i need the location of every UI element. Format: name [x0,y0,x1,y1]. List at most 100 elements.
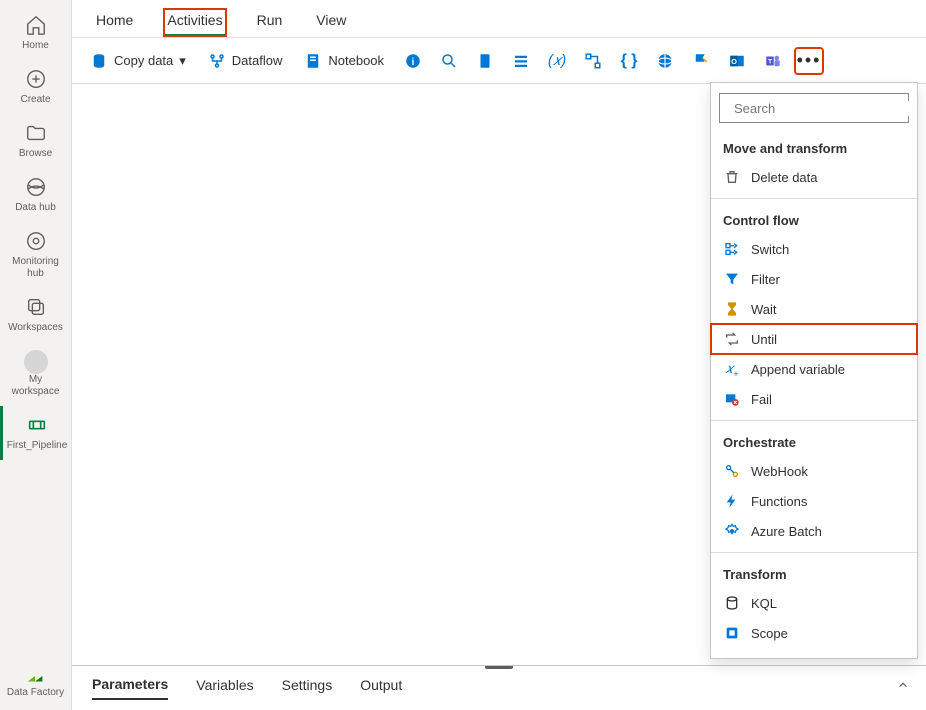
svg-text:O: O [731,57,737,66]
kql-icon [723,594,741,612]
bracket-icon: { } [621,52,638,70]
chevron-up-icon [896,678,910,692]
panel-tab-output[interactable]: Output [360,677,402,699]
sidebar-item-label: Browse [19,148,52,160]
dropdown-search-input[interactable] [734,101,910,116]
sidebar-item-monitoring[interactable]: Monitoring hub [0,222,71,288]
chevron-down-icon: ▾ [179,53,186,69]
dataflow-button[interactable]: Dataflow [200,48,291,74]
gear-icon [723,522,741,540]
variable-icon: (𝑥) [548,52,566,69]
dropdown-item-webhook[interactable]: WebHook [711,456,917,486]
panel-tab-settings[interactable]: Settings [282,677,333,699]
panel-expand-button[interactable] [896,678,910,695]
sidebar-item-datahub[interactable]: Data hub [0,168,71,222]
dropdown-item-label: Delete data [751,170,818,185]
dropdown-item-append-variable[interactable]: 𝑥+ Append variable [711,354,917,384]
more-button[interactable]: ••• [794,47,824,75]
sidebar-item-pipeline[interactable]: First_Pipeline [0,406,71,460]
copy-data-button[interactable]: Copy data ▾ [82,48,194,74]
fail-icon [723,390,741,408]
web-button[interactable] [650,47,680,75]
teams-button[interactable]: T [758,47,788,75]
variable-button[interactable]: (𝑥) [542,47,572,75]
avatar-icon [24,350,48,374]
info-icon: i [404,52,422,70]
dropdown-item-filter[interactable]: Filter [711,264,917,294]
sidebar-item-create[interactable]: Create [0,60,71,114]
dropdown-search[interactable] [719,93,909,123]
monitoring-icon [25,230,47,252]
datahub-icon [25,176,47,198]
tab-run[interactable]: Run [253,8,287,37]
flow-button[interactable] [578,47,608,75]
tab-home[interactable]: Home [92,8,137,37]
outlook-icon: O [728,52,746,70]
sidebar-item-label: My workspace [4,374,67,398]
flag-icon [692,52,710,70]
notebook-icon [304,52,322,70]
sidebar-item-browse[interactable]: Browse [0,114,71,168]
list-button[interactable] [506,47,536,75]
toolbar: Copy data ▾ Dataflow Notebook i (𝑥) { } … [72,38,926,84]
main: Home Activities Run View Copy data ▾ Dat… [72,0,926,710]
sidebar-item-label: Home [22,40,49,52]
sidebar-item-label: Monitoring hub [4,256,67,280]
teams-icon: T [764,52,782,70]
tab-activities[interactable]: Activities [163,8,226,37]
script-button[interactable] [470,47,500,75]
search-button[interactable] [434,47,464,75]
info-button[interactable]: i [398,47,428,75]
globe-icon [656,52,674,70]
dropdown-item-switch[interactable]: Switch [711,234,917,264]
dropdown-item-scope[interactable]: Scope [711,618,917,648]
dropdown-item-until[interactable]: Until [711,324,917,354]
webhook-icon [723,462,741,480]
top-tabs: Home Activities Run View [72,0,926,38]
dropdown-item-label: WebHook [751,464,808,479]
sidebar-item-workspaces[interactable]: Workspaces [0,288,71,342]
dropdown-item-azure-batch[interactable]: Azure Batch [711,516,917,546]
divider [711,552,917,553]
sidebar: Home Create Browse Data hub Monitoring h… [0,0,72,710]
dropdown-item-fail[interactable]: Fail [711,384,917,414]
dropdown-item-kql[interactable]: KQL [711,588,917,618]
dataflow-label: Dataflow [232,53,283,68]
divider [711,420,917,421]
folder-icon [25,122,47,144]
svg-text:i: i [412,56,415,67]
database-icon [90,52,108,70]
loop-icon [723,330,741,348]
dropdown-item-label: KQL [751,596,777,611]
sidebar-item-label: Workspaces [8,322,63,334]
outlook-button[interactable]: O [722,47,752,75]
flow-icon [584,52,602,70]
copy-data-label: Copy data [114,53,173,68]
sidebar-item-home[interactable]: Home [0,6,71,60]
dropdown-item-label: Append variable [751,362,845,377]
panel-tab-parameters[interactable]: Parameters [92,676,168,700]
dropdown-item-wait[interactable]: Wait [711,294,917,324]
lightning-icon [723,492,741,510]
divider [711,198,917,199]
dropdown-item-label: Fail [751,392,772,407]
trash-icon [723,168,741,186]
plus-circle-icon [25,68,47,90]
notebook-button[interactable]: Notebook [296,48,392,74]
dropdown-item-functions[interactable]: Functions [711,486,917,516]
workspaces-icon [25,296,47,318]
sidebar-product[interactable]: Data Factory [0,657,71,710]
sidebar-item-label: First_Pipeline [7,440,68,452]
sidebar-item-label: Data hub [15,202,56,214]
variable-plus-icon: 𝑥+ [723,360,741,378]
dropdown-section-orchestrate: Orchestrate [711,427,917,456]
ellipsis-icon: ••• [797,50,822,71]
sidebar-item-myworkspace[interactable]: My workspace [0,342,71,406]
panel-tab-variables[interactable]: Variables [196,677,253,699]
tab-view[interactable]: View [312,8,350,37]
flag-button[interactable] [686,47,716,75]
dropdown-item-label: Functions [751,494,807,509]
datafactory-icon [25,665,47,687]
bracket-button[interactable]: { } [614,47,644,75]
dropdown-item-delete-data[interactable]: Delete data [711,162,917,192]
